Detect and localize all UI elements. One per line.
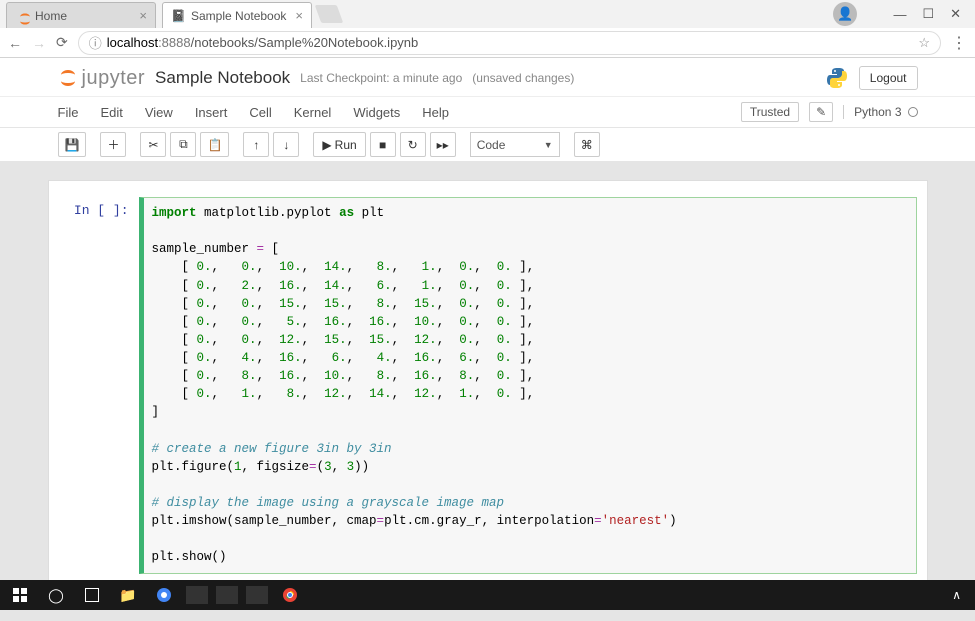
notebook-header: jupyter Sample Notebook Last Checkpoint:… <box>0 58 975 97</box>
restart-button[interactable]: ↻ <box>400 132 426 157</box>
insert-cell-button[interactable]: ＋ <box>100 132 126 157</box>
minimize-icon[interactable]: — <box>893 7 906 22</box>
notebook-name[interactable]: Sample Notebook <box>155 68 290 88</box>
close-icon[interactable]: × <box>295 8 303 23</box>
browser-toolbar: ← → ⟳ ⓘ localhost:8888/notebooks/Sample%… <box>0 28 975 58</box>
menubar: FileEditViewInsertCellKernelWidgetsHelp … <box>0 97 975 128</box>
kernel-idle-icon <box>908 107 918 117</box>
start-menu-icon[interactable] <box>6 584 34 606</box>
menu-insert[interactable]: Insert <box>195 105 228 120</box>
chrome-running-icon[interactable] <box>276 584 304 606</box>
copy-button[interactable]: ⧉ <box>170 132 196 157</box>
file-explorer-icon[interactable]: 📁 <box>114 584 142 606</box>
jupyter-logo-icon <box>58 68 78 88</box>
notebook-favicon-icon: 📓 <box>171 9 185 23</box>
kernel-indicator[interactable]: Python 3 <box>843 105 917 119</box>
move-up-button[interactable]: ↑ <box>243 132 269 157</box>
cut-button[interactable]: ✂ <box>140 132 166 157</box>
code-content[interactable]: import matplotlib.pyplot as plt sample_n… <box>152 204 908 567</box>
interrupt-button[interactable]: ■ <box>370 132 396 157</box>
menu-view[interactable]: View <box>145 105 173 120</box>
edit-metadata-icon[interactable]: ✎ <box>809 102 833 122</box>
checkpoint-status: Last Checkpoint: a minute ago <box>300 71 462 85</box>
back-icon[interactable]: ← <box>8 35 22 51</box>
logout-button[interactable]: Logout <box>859 66 918 90</box>
menu-help[interactable]: Help <box>422 105 449 120</box>
tab-title: Sample Notebook <box>191 9 286 23</box>
maximize-icon[interactable]: ☐ <box>922 6 934 22</box>
menu-edit[interactable]: Edit <box>100 105 122 120</box>
info-icon: ⓘ <box>89 33 102 52</box>
command-palette-button[interactable]: ⌘ <box>574 132 600 157</box>
paste-button[interactable]: 📋 <box>200 132 229 157</box>
code-cell[interactable]: In [ ]: import matplotlib.pyplot as plt … <box>59 197 917 574</box>
close-icon[interactable]: × <box>139 8 147 23</box>
trusted-indicator[interactable]: Trusted <box>741 102 799 122</box>
autosave-status: (unsaved changes) <box>472 71 574 85</box>
code-input-area[interactable]: import matplotlib.pyplot as plt sample_n… <box>139 197 917 574</box>
restart-run-all-button[interactable]: ▸▸ <box>430 132 456 157</box>
system-tray[interactable]: ∧ <box>952 588 969 602</box>
jupyter-favicon-icon <box>15 9 29 23</box>
move-down-button[interactable]: ↓ <box>273 132 299 157</box>
menu-file[interactable]: File <box>58 105 79 120</box>
address-bar[interactable]: ⓘ localhost:8888/notebooks/Sample%20Note… <box>78 31 941 55</box>
windows-taskbar: ◯ 📁 ∧ <box>0 580 975 610</box>
browser-menu-icon[interactable]: ⋮ <box>951 33 967 53</box>
browser-tab-notebook[interactable]: 📓 Sample Notebook × <box>162 2 312 28</box>
task-view-icon[interactable] <box>78 584 106 606</box>
cortana-icon[interactable]: ◯ <box>42 584 70 606</box>
jupyter-logo[interactable]: jupyter <box>58 67 146 90</box>
notebook-container: In [ ]: import matplotlib.pyplot as plt … <box>48 180 928 591</box>
menu-kernel[interactable]: Kernel <box>294 105 332 120</box>
app-icon[interactable] <box>246 586 268 604</box>
menu-widgets[interactable]: Widgets <box>353 105 400 120</box>
browser-tabbar: Home × 📓 Sample Notebook × 👤 — ☐ ✕ <box>0 0 975 28</box>
app-icon[interactable] <box>216 586 238 604</box>
forward-icon[interactable]: → <box>32 35 46 51</box>
python-logo-icon <box>825 66 849 90</box>
chevron-down-icon: ▼ <box>544 140 553 150</box>
notebook-area: In [ ]: import matplotlib.pyplot as plt … <box>0 162 975 621</box>
close-window-icon[interactable]: ✕ <box>950 6 961 22</box>
reload-icon[interactable]: ⟳ <box>56 34 68 51</box>
new-tab-button[interactable] <box>315 5 344 23</box>
bookmark-star-icon[interactable]: ☆ <box>918 35 930 51</box>
run-button[interactable]: ▶ Run <box>313 132 365 157</box>
browser-tab-home[interactable]: Home × <box>6 2 156 28</box>
chrome-taskbar-icon[interactable] <box>150 584 178 606</box>
menu-cell[interactable]: Cell <box>249 105 271 120</box>
input-prompt: In [ ]: <box>59 197 139 574</box>
toolbar: 💾 ＋ ✂ ⧉ 📋 ↑ ↓ ▶ Run ■ ↻ ▸▸ Code ▼ ⌘ <box>0 128 975 162</box>
cell-type-select[interactable]: Code ▼ <box>470 132 560 157</box>
tab-title: Home <box>35 9 67 23</box>
user-profile-icon[interactable]: 👤 <box>833 2 857 26</box>
app-icon[interactable] <box>186 586 208 604</box>
save-button[interactable]: 💾 <box>58 132 87 157</box>
